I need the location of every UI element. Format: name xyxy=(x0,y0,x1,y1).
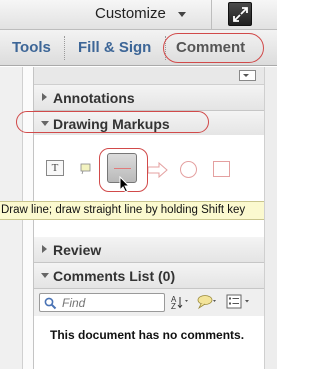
tooltip: Draw line; draw straight line by holding… xyxy=(0,201,277,220)
tab-fill-sign[interactable]: Fill & Sign xyxy=(78,39,151,56)
pane-header xyxy=(34,67,264,85)
empty-comments-message: This document has no comments. xyxy=(50,328,245,342)
sort-icon: A Z xyxy=(171,295,188,311)
expand-icon xyxy=(233,7,248,22)
pane-tabs: Tools Fill & Sign Comment xyxy=(0,30,277,66)
drawing-tools: T xyxy=(34,135,264,235)
search-input[interactable] xyxy=(62,295,162,310)
filter-comments-button[interactable] xyxy=(196,294,220,310)
expand-button[interactable] xyxy=(228,2,252,26)
list-options-button[interactable] xyxy=(225,293,257,311)
section-label: Annotations xyxy=(53,90,135,106)
list-icon xyxy=(226,294,249,309)
pane-options-icon[interactable] xyxy=(239,70,256,81)
mouse-pointer-icon xyxy=(119,176,131,193)
section-label: Comments List (0) xyxy=(53,268,176,284)
chevron-right-icon xyxy=(42,245,47,253)
svg-text:Z: Z xyxy=(171,302,176,310)
text-box-tool-icon[interactable]: T xyxy=(46,160,64,176)
drawing-markups-highlight xyxy=(16,111,209,133)
comments-toolbar: A Z xyxy=(34,289,264,316)
tab-divider xyxy=(64,36,65,60)
top-toolbar: Customize xyxy=(0,0,277,30)
arrow-tool-icon[interactable] xyxy=(147,161,169,184)
comment-bubble-icon xyxy=(197,295,216,310)
chevron-down-icon[interactable] xyxy=(178,12,186,17)
pane-scrollbar[interactable] xyxy=(264,67,277,369)
comment-tab-highlight xyxy=(163,33,264,63)
section-annotations[interactable]: Annotations xyxy=(34,85,264,111)
rectangle-tool-icon[interactable] xyxy=(213,161,230,177)
toolbar-divider xyxy=(211,0,212,30)
oval-tool-icon[interactable] xyxy=(180,161,197,178)
search-icon xyxy=(44,297,57,310)
customize-button[interactable]: Customize xyxy=(95,5,166,22)
tab-tools[interactable]: Tools xyxy=(12,39,51,56)
sort-button[interactable]: A Z xyxy=(170,294,192,311)
section-review[interactable]: Review xyxy=(34,237,264,263)
section-comments-list[interactable]: Comments List (0) xyxy=(34,263,264,289)
chevron-right-icon xyxy=(42,93,47,101)
search-field[interactable] xyxy=(39,293,165,312)
callout-tool-icon[interactable] xyxy=(80,162,92,180)
chevron-down-icon xyxy=(41,273,49,278)
section-label: Review xyxy=(53,242,102,258)
